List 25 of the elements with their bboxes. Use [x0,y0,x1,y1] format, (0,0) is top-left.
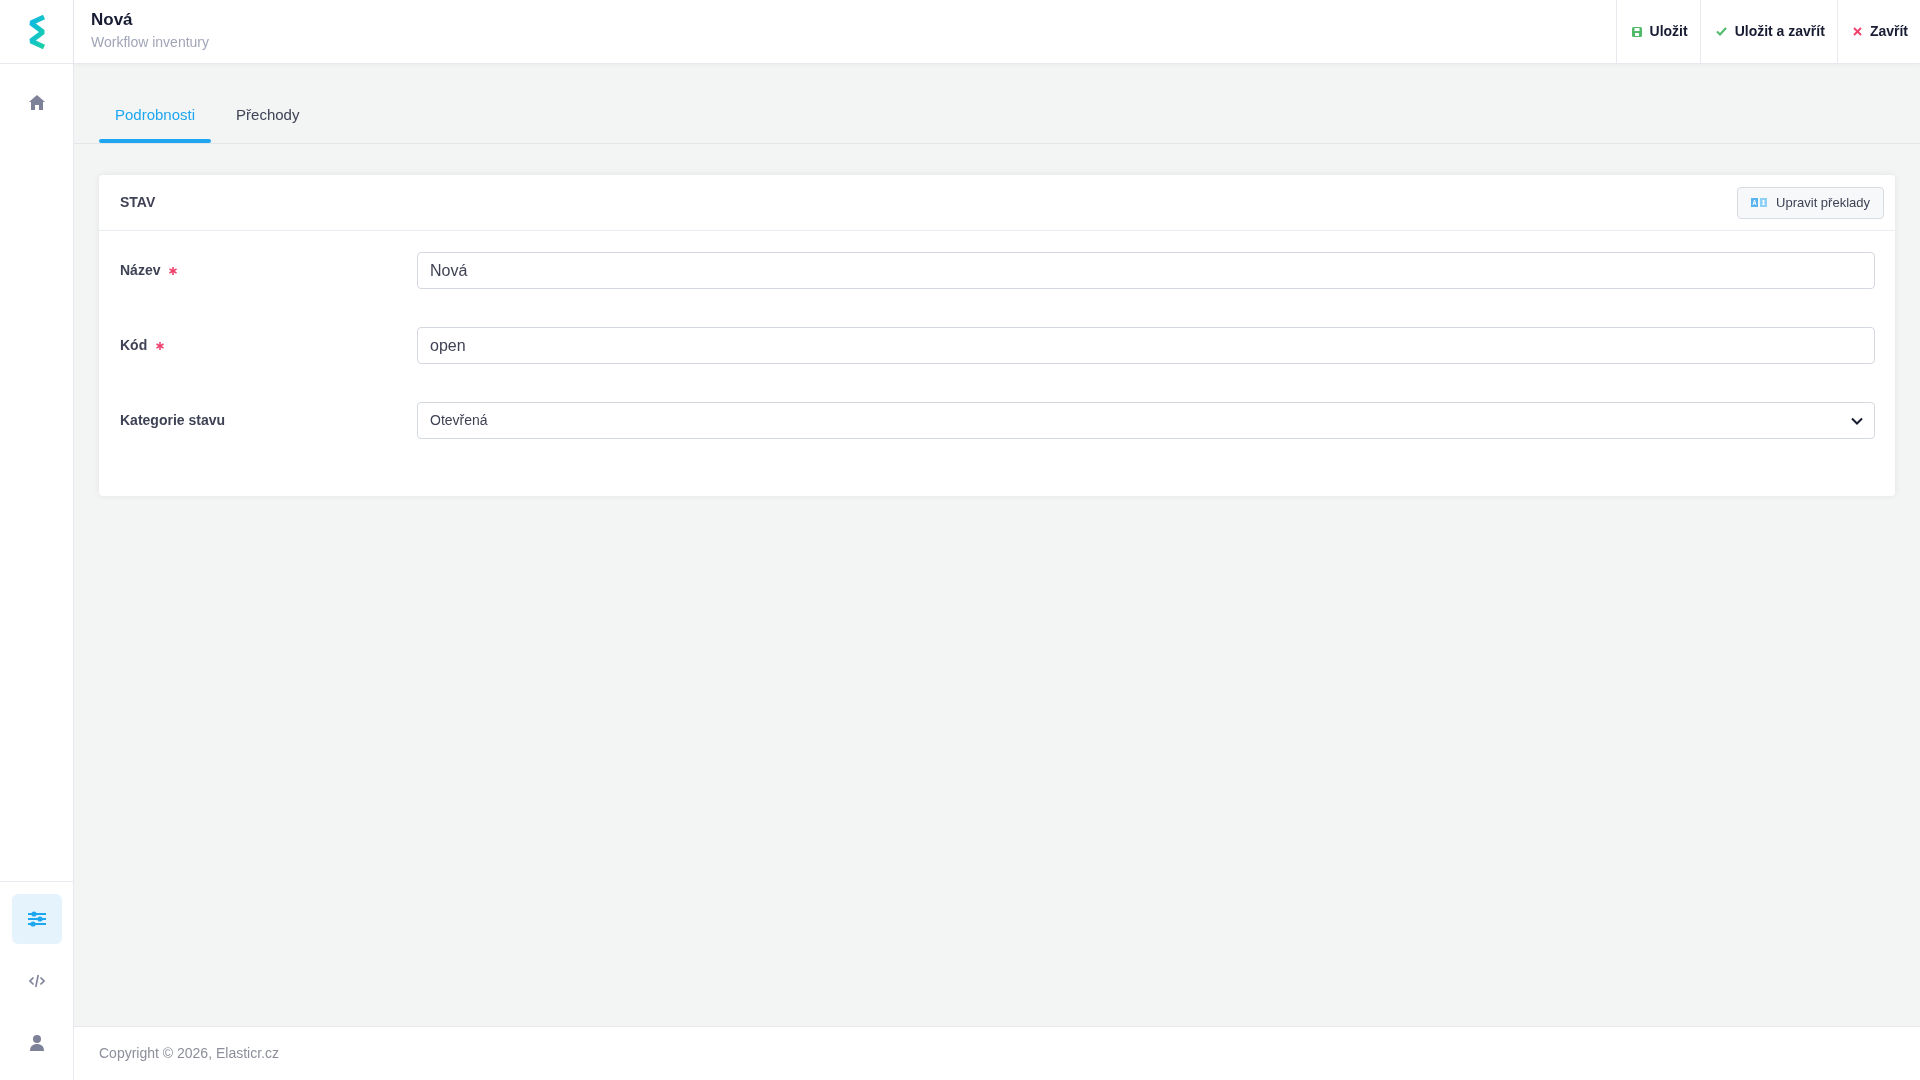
close-button[interactable]: Zavřít [1836,0,1920,63]
logo-icon [27,13,46,50]
sliders-icon [27,911,46,927]
dropdown[interactable]: Otevřená [417,402,1875,439]
text-field[interactable]: open [417,327,1875,364]
home-icon [28,94,45,110]
save-and-close-button[interactable]: Uložit a zavřít [1699,0,1837,63]
tab[interactable]: Přechody [220,87,316,143]
nav-button[interactable] [11,894,62,944]
chevron-down-icon [1851,416,1863,425]
page-title: Nová [91,10,134,30]
field-label: Kód [120,336,148,355]
check-icon [1715,27,1727,36]
user-icon [29,1035,44,1051]
close-icon [1852,27,1862,36]
edit-translations-button[interactable]: Upravit překlady [1737,186,1884,219]
copyright-text: Copyright © 2026, Elasticr.cz [99,1044,279,1063]
code-icon [28,974,45,988]
translate-icon [1751,198,1768,207]
page-subtitle: Workflow inventury [91,33,209,51]
field-label: Kategorie stavu [120,411,226,430]
field-label: Název [120,261,161,280]
save-button[interactable]: Uložit [1615,0,1700,63]
card-title: STAV [120,193,156,212]
text-field[interactable]: Nová [417,252,1875,289]
